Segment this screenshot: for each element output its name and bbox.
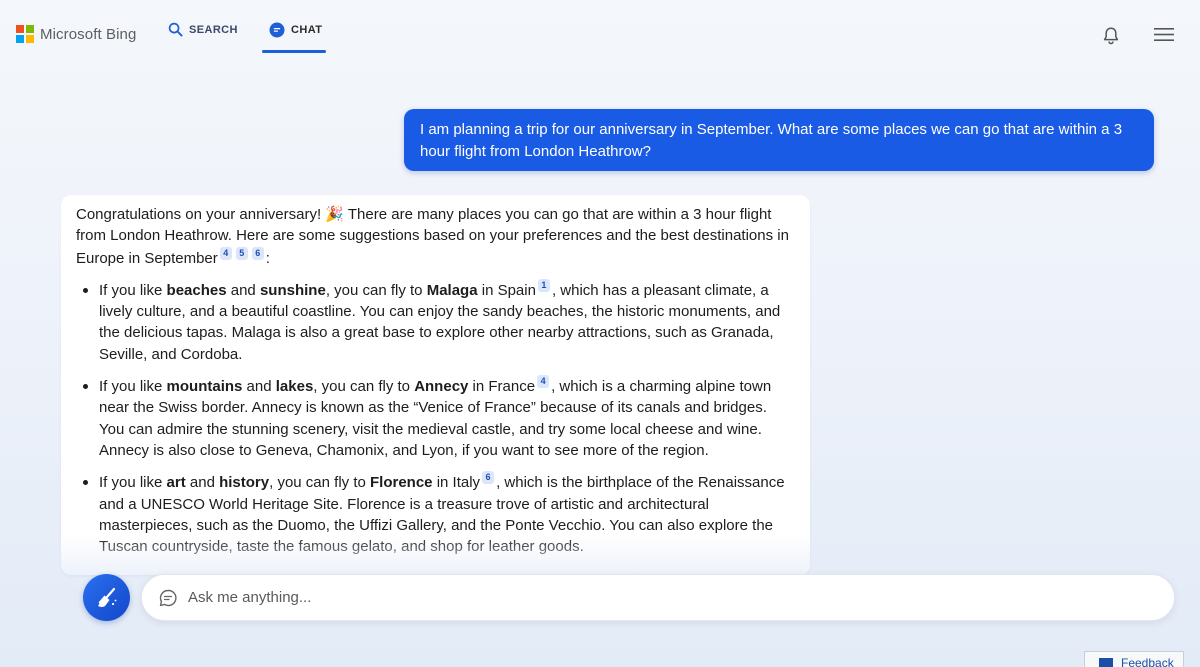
citation-badge[interactable]: 4	[537, 375, 550, 389]
tab-chat-label: CHAT	[291, 24, 323, 36]
microsoft-logo-icon	[16, 25, 34, 43]
list-item: If you like mountains and lakes, you can…	[76, 375, 795, 461]
feedback-label: Feedback	[1121, 655, 1174, 667]
active-tab-indicator	[262, 50, 326, 53]
feedback-icon	[1099, 657, 1113, 667]
citation-badge[interactable]: 4	[219, 246, 232, 260]
citation-badge[interactable]: 5	[235, 246, 248, 260]
notifications-button[interactable]	[1102, 26, 1120, 50]
bell-icon	[1103, 27, 1119, 45]
bot-response-card: Congratulations on your anniversary! 🎉 T…	[61, 195, 810, 575]
tab-search-label: SEARCH	[189, 23, 238, 36]
tab-chat[interactable]: CHAT	[269, 22, 322, 38]
bot-intro: Congratulations on your anniversary! 🎉 T…	[76, 204, 795, 269]
intro-end: :	[265, 249, 270, 267]
logo-text: Microsoft Bing	[40, 25, 137, 43]
chat-icon	[269, 22, 285, 38]
chat-input[interactable]	[188, 589, 1088, 606]
chat-input-container[interactable]	[141, 574, 1175, 621]
suggestions-list: If you like beaches and sunshine, you ca…	[76, 278, 795, 558]
intro-text-a: Congratulations on your anniversary!	[76, 206, 326, 223]
feedback-button[interactable]: Feedback	[1084, 651, 1184, 667]
party-emoji-icon: 🎉	[325, 206, 344, 223]
top-header: Microsoft Bing SEARCH CHAT	[0, 0, 1200, 70]
list-item: If you like beaches and sunshine, you ca…	[76, 278, 795, 365]
scroll-fade	[61, 535, 810, 575]
citation-badge[interactable]: 1	[537, 278, 550, 292]
tab-search[interactable]: SEARCH	[168, 22, 238, 37]
broom-icon	[97, 587, 116, 607]
user-message-bubble: I am planning a trip for our anniversary…	[404, 109, 1154, 171]
bing-logo[interactable]: Microsoft Bing	[16, 25, 136, 43]
new-topic-button[interactable]	[83, 574, 130, 621]
hamburger-menu-icon	[1154, 28, 1174, 41]
chat-bubble-icon	[159, 589, 177, 606]
user-message-text: I am planning a trip for our anniversary…	[420, 121, 1123, 160]
menu-button[interactable]	[1154, 27, 1174, 47]
citation-badge[interactable]: 6	[482, 471, 495, 485]
citation-badge[interactable]: 6	[251, 246, 264, 260]
search-icon	[168, 22, 183, 37]
